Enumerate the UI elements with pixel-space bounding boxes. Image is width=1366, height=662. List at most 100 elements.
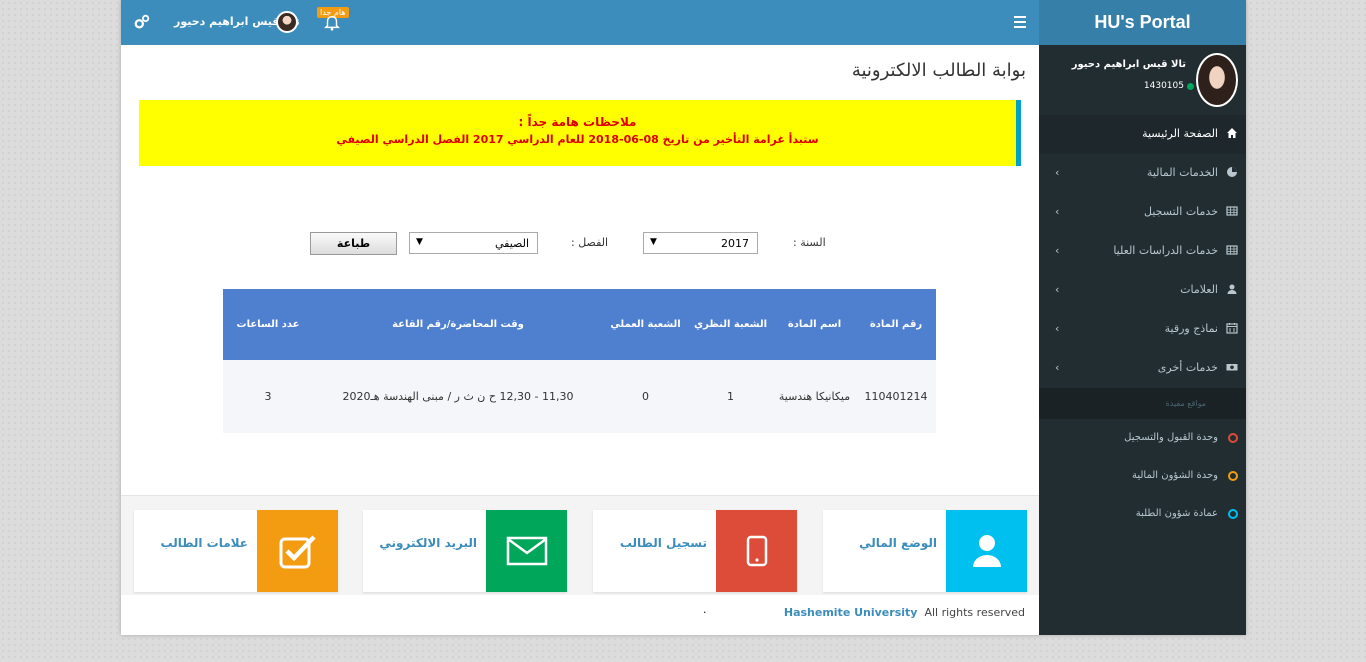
quick-links-tiles: الوضع المالي تسجيل الطالب البريد الالكتر… <box>121 495 1039 595</box>
theory-section-cell: 1 <box>688 360 773 433</box>
credit-hours-cell: 3 <box>223 360 313 433</box>
sidebar-item-financial[interactable]: الخدمات المالية ‹ <box>1039 154 1246 193</box>
calendar-icon <box>1226 323 1238 334</box>
sidebar-item-other-services[interactable]: خدمات أخرى ‹ <box>1039 349 1246 388</box>
chevron-left-icon: ‹ <box>1055 244 1060 257</box>
practical-section-cell: 0 <box>603 360 688 433</box>
copyright-text: Hashemite University All rights reserved <box>784 606 1025 619</box>
home-icon <box>1227 128 1237 138</box>
tile-icon-box <box>486 510 567 592</box>
column-header: عدد الساعات <box>223 289 313 360</box>
semester-select-value: الصيفي <box>495 237 529 250</box>
tile-icon-box <box>716 510 797 592</box>
circle-icon <box>1228 433 1238 443</box>
dropdown-arrow-icon: ▼ <box>650 237 657 247</box>
year-select-value: 2017 <box>721 237 749 250</box>
user-id: 1430105 <box>1143 81 1184 91</box>
envelope-icon <box>506 536 547 566</box>
link-label: وحدة القبول والتسجيل <box>1124 432 1218 443</box>
link-label: وحدة الشؤون المالية <box>1131 470 1218 481</box>
year-label: السنة : <box>793 236 826 249</box>
tile-icon-box <box>257 510 338 592</box>
circle-icon <box>1228 471 1238 481</box>
sidebar-item-grades[interactable]: العلامات ‹ <box>1039 271 1246 310</box>
university-link[interactable]: Hashemite University <box>784 606 918 619</box>
chevron-left-icon: ‹ <box>1055 283 1060 296</box>
tile-label: علامات الطالب <box>160 536 248 550</box>
useful-links-header: مواقع مفيدة <box>1039 388 1246 419</box>
notice-title: ملاحظات هامة جداً : <box>518 115 637 129</box>
column-header: الشعبة العملي <box>603 289 688 360</box>
footer-dot: . <box>703 603 707 616</box>
chevron-left-icon: ‹ <box>1055 322 1060 335</box>
money-icon <box>1226 364 1238 371</box>
user-panel: تالا قيس ابراهيم دحيور 1430105 <box>1039 45 1246 115</box>
chevron-left-icon: ‹ <box>1055 205 1060 218</box>
user-icon <box>972 535 1001 567</box>
sidebar-item-label: العلامات <box>1180 283 1218 296</box>
course-number-cell: 110401214 <box>856 360 936 433</box>
dropdown-arrow-icon: ▼ <box>416 237 423 247</box>
sidebar-item-graduate[interactable]: خدمات الدراسات العليا ‹ <box>1039 232 1246 271</box>
column-header: الشعبة النظري <box>688 289 773 360</box>
notice-text: ستبدأ غرامة التأخير من تاريخ 08-06-2018 … <box>336 133 819 146</box>
table-icon <box>1226 206 1238 216</box>
sidebar: HU's Portal تالا قيس ابراهيم دحيور 14301… <box>1039 0 1246 635</box>
checkbox-icon <box>279 535 316 569</box>
bell-icon[interactable] <box>323 12 341 32</box>
chevron-left-icon: ‹ <box>1055 361 1060 374</box>
lecture-time-room-cell: 11,30 - 12,30 ح ن ث ر / مبنى الهندسة هـ2… <box>313 360 603 433</box>
column-header: اسم المادة <box>773 289 856 360</box>
user-name: تالا قيس ابراهيم دحيور <box>1071 59 1186 70</box>
sidebar-item-label: خدمات الدراسات العليا <box>1113 244 1218 257</box>
sidebar-item-label: الخدمات المالية <box>1146 166 1218 179</box>
link-financial-affairs[interactable]: وحدة الشؤون المالية <box>1039 457 1246 495</box>
brand-logo[interactable]: HU's Portal <box>1039 0 1246 45</box>
settings-gear-icon[interactable] <box>133 13 151 31</box>
tile-label: تسجيل الطالب <box>619 536 707 550</box>
tile-student-grades[interactable]: علامات الطالب <box>134 510 338 592</box>
sidebar-item-home[interactable]: الصفحة الرئيسية <box>1039 115 1246 154</box>
link-student-affairs[interactable]: عمادة شؤون الطلبة <box>1039 495 1246 533</box>
pie-chart-icon <box>1227 167 1237 177</box>
user-icon <box>1227 284 1237 294</box>
link-admission-registration[interactable]: وحدة القبول والتسجيل <box>1039 419 1246 457</box>
table-header-row: رقم المادة اسم المادة الشعبة النظري الشع… <box>223 289 936 360</box>
tile-label: البريد الالكتروني <box>379 536 477 550</box>
header-avatar[interactable] <box>276 11 298 33</box>
sidebar-item-label: خدمات أخرى <box>1157 361 1218 374</box>
mobile-icon <box>746 535 767 567</box>
page-footer: . Hashemite University All rights reserv… <box>121 595 1039 635</box>
rights-text: All rights reserved <box>924 606 1025 619</box>
course-name-cell: ميكانيكا هندسية <box>773 360 856 433</box>
sidebar-item-paper-forms[interactable]: نماذج ورقية ‹ <box>1039 310 1246 349</box>
tile-email[interactable]: البريد الالكتروني <box>363 510 567 592</box>
tile-financial-status[interactable]: الوضع المالي <box>823 510 1027 592</box>
schedule-table: رقم المادة اسم المادة الشعبة النظري الشع… <box>223 289 936 433</box>
tile-label: الوضع المالي <box>859 536 937 550</box>
online-status-icon <box>1187 83 1194 90</box>
sidebar-item-label: خدمات التسجيل <box>1144 205 1218 218</box>
user-photo <box>1196 53 1238 107</box>
column-header: وقت المحاضرة/رقم القاعة <box>313 289 603 360</box>
column-header: رقم المادة <box>856 289 936 360</box>
semester-label: الفصل : <box>571 236 609 249</box>
page-title: بوابة الطالب الالكترونية <box>851 60 1026 81</box>
tile-student-registration[interactable]: تسجيل الطالب <box>593 510 797 592</box>
semester-select[interactable]: الصيفي ▼ <box>409 232 538 254</box>
chevron-left-icon: ‹ <box>1055 166 1060 179</box>
important-notice: ملاحظات هامة جداً : ستبدأ غرامة التأخير … <box>139 100 1021 166</box>
top-navbar: تالا قيس ابراهيم دحيور هام جدا <box>121 0 1039 45</box>
sidebar-item-label: نماذج ورقية <box>1164 322 1218 335</box>
link-label: عمادة شؤون الطلبة <box>1135 508 1218 519</box>
sidebar-toggle-icon[interactable] <box>1014 16 1026 28</box>
print-button[interactable]: طباعة <box>310 232 397 255</box>
app-window: تالا قيس ابراهيم دحيور هام جدا HU's Port… <box>121 0 1246 635</box>
sidebar-item-registration[interactable]: خدمات التسجيل ‹ <box>1039 193 1246 232</box>
table-icon <box>1226 245 1238 255</box>
circle-icon <box>1228 509 1238 519</box>
sidebar-item-label: الصفحة الرئيسية <box>1142 127 1218 140</box>
year-select[interactable]: 2017 ▼ <box>643 232 758 254</box>
table-row: 110401214 ميكانيكا هندسية 1 0 11,30 - 12… <box>223 360 936 433</box>
tile-icon-box <box>946 510 1027 592</box>
